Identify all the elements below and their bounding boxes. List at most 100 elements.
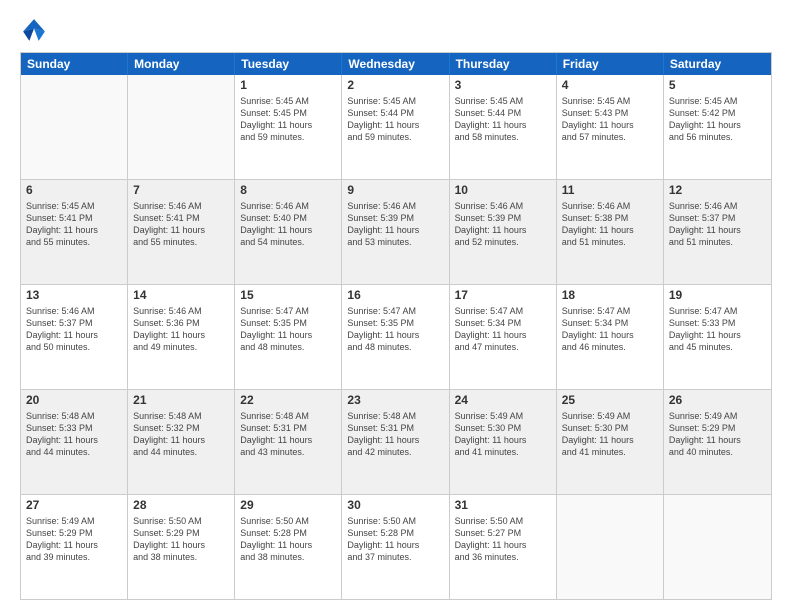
calendar-cell: 3Sunrise: 5:45 AM Sunset: 5:44 PM Daylig… [450,75,557,179]
cell-info: Sunrise: 5:47 AM Sunset: 5:33 PM Dayligh… [669,305,766,354]
calendar-cell [557,495,664,599]
day-number: 15 [240,288,336,304]
day-number: 19 [669,288,766,304]
day-number: 25 [562,393,658,409]
day-number: 16 [347,288,443,304]
day-number: 26 [669,393,766,409]
cell-info: Sunrise: 5:45 AM Sunset: 5:44 PM Dayligh… [455,95,551,144]
cell-info: Sunrise: 5:49 AM Sunset: 5:30 PM Dayligh… [455,410,551,459]
day-header-saturday: Saturday [664,53,771,75]
day-number: 21 [133,393,229,409]
calendar-cell: 2Sunrise: 5:45 AM Sunset: 5:44 PM Daylig… [342,75,449,179]
calendar-cell: 7Sunrise: 5:46 AM Sunset: 5:41 PM Daylig… [128,180,235,284]
logo-icon [20,16,48,44]
day-header-thursday: Thursday [450,53,557,75]
cell-info: Sunrise: 5:46 AM Sunset: 5:39 PM Dayligh… [455,200,551,249]
cell-info: Sunrise: 5:50 AM Sunset: 5:29 PM Dayligh… [133,515,229,564]
calendar-cell: 18Sunrise: 5:47 AM Sunset: 5:34 PM Dayli… [557,285,664,389]
cell-info: Sunrise: 5:49 AM Sunset: 5:30 PM Dayligh… [562,410,658,459]
day-header-friday: Friday [557,53,664,75]
calendar-cell: 5Sunrise: 5:45 AM Sunset: 5:42 PM Daylig… [664,75,771,179]
calendar-cell: 12Sunrise: 5:46 AM Sunset: 5:37 PM Dayli… [664,180,771,284]
cell-info: Sunrise: 5:46 AM Sunset: 5:39 PM Dayligh… [347,200,443,249]
calendar-cell: 1Sunrise: 5:45 AM Sunset: 5:45 PM Daylig… [235,75,342,179]
calendar-cell: 28Sunrise: 5:50 AM Sunset: 5:29 PM Dayli… [128,495,235,599]
day-number: 5 [669,78,766,94]
calendar-cell: 25Sunrise: 5:49 AM Sunset: 5:30 PM Dayli… [557,390,664,494]
day-number: 29 [240,498,336,514]
calendar-cell: 24Sunrise: 5:49 AM Sunset: 5:30 PM Dayli… [450,390,557,494]
day-number: 24 [455,393,551,409]
day-number: 8 [240,183,336,199]
cell-info: Sunrise: 5:48 AM Sunset: 5:32 PM Dayligh… [133,410,229,459]
day-number: 22 [240,393,336,409]
calendar-row-4: 27Sunrise: 5:49 AM Sunset: 5:29 PM Dayli… [21,494,771,599]
cell-info: Sunrise: 5:46 AM Sunset: 5:36 PM Dayligh… [133,305,229,354]
cell-info: Sunrise: 5:50 AM Sunset: 5:28 PM Dayligh… [347,515,443,564]
calendar-cell: 8Sunrise: 5:46 AM Sunset: 5:40 PM Daylig… [235,180,342,284]
cell-info: Sunrise: 5:46 AM Sunset: 5:37 PM Dayligh… [669,200,766,249]
cell-info: Sunrise: 5:49 AM Sunset: 5:29 PM Dayligh… [26,515,122,564]
calendar-header: SundayMondayTuesdayWednesdayThursdayFrid… [21,53,771,75]
day-number: 2 [347,78,443,94]
logo [20,16,52,44]
page: SundayMondayTuesdayWednesdayThursdayFrid… [0,0,792,612]
header [20,16,772,44]
calendar-cell: 23Sunrise: 5:48 AM Sunset: 5:31 PM Dayli… [342,390,449,494]
calendar-cell [128,75,235,179]
calendar-cell: 27Sunrise: 5:49 AM Sunset: 5:29 PM Dayli… [21,495,128,599]
calendar: SundayMondayTuesdayWednesdayThursdayFrid… [20,52,772,600]
calendar-cell: 6Sunrise: 5:45 AM Sunset: 5:41 PM Daylig… [21,180,128,284]
cell-info: Sunrise: 5:45 AM Sunset: 5:44 PM Dayligh… [347,95,443,144]
cell-info: Sunrise: 5:45 AM Sunset: 5:43 PM Dayligh… [562,95,658,144]
day-number: 20 [26,393,122,409]
day-number: 14 [133,288,229,304]
cell-info: Sunrise: 5:46 AM Sunset: 5:40 PM Dayligh… [240,200,336,249]
cell-info: Sunrise: 5:47 AM Sunset: 5:34 PM Dayligh… [562,305,658,354]
cell-info: Sunrise: 5:47 AM Sunset: 5:35 PM Dayligh… [240,305,336,354]
calendar-cell: 31Sunrise: 5:50 AM Sunset: 5:27 PM Dayli… [450,495,557,599]
calendar-body: 1Sunrise: 5:45 AM Sunset: 5:45 PM Daylig… [21,75,771,599]
day-header-sunday: Sunday [21,53,128,75]
calendar-cell: 30Sunrise: 5:50 AM Sunset: 5:28 PM Dayli… [342,495,449,599]
calendar-cell: 14Sunrise: 5:46 AM Sunset: 5:36 PM Dayli… [128,285,235,389]
day-number: 13 [26,288,122,304]
cell-info: Sunrise: 5:46 AM Sunset: 5:41 PM Dayligh… [133,200,229,249]
calendar-cell: 17Sunrise: 5:47 AM Sunset: 5:34 PM Dayli… [450,285,557,389]
day-number: 28 [133,498,229,514]
calendar-cell: 15Sunrise: 5:47 AM Sunset: 5:35 PM Dayli… [235,285,342,389]
cell-info: Sunrise: 5:45 AM Sunset: 5:41 PM Dayligh… [26,200,122,249]
day-number: 18 [562,288,658,304]
day-number: 3 [455,78,551,94]
calendar-cell: 21Sunrise: 5:48 AM Sunset: 5:32 PM Dayli… [128,390,235,494]
day-number: 23 [347,393,443,409]
day-number: 7 [133,183,229,199]
cell-info: Sunrise: 5:47 AM Sunset: 5:35 PM Dayligh… [347,305,443,354]
cell-info: Sunrise: 5:45 AM Sunset: 5:45 PM Dayligh… [240,95,336,144]
calendar-cell: 22Sunrise: 5:48 AM Sunset: 5:31 PM Dayli… [235,390,342,494]
day-number: 10 [455,183,551,199]
calendar-cell: 20Sunrise: 5:48 AM Sunset: 5:33 PM Dayli… [21,390,128,494]
day-number: 1 [240,78,336,94]
day-header-tuesday: Tuesday [235,53,342,75]
calendar-row-1: 6Sunrise: 5:45 AM Sunset: 5:41 PM Daylig… [21,179,771,284]
calendar-cell [664,495,771,599]
calendar-cell: 16Sunrise: 5:47 AM Sunset: 5:35 PM Dayli… [342,285,449,389]
calendar-cell: 29Sunrise: 5:50 AM Sunset: 5:28 PM Dayli… [235,495,342,599]
calendar-cell: 11Sunrise: 5:46 AM Sunset: 5:38 PM Dayli… [557,180,664,284]
calendar-cell: 10Sunrise: 5:46 AM Sunset: 5:39 PM Dayli… [450,180,557,284]
calendar-cell: 26Sunrise: 5:49 AM Sunset: 5:29 PM Dayli… [664,390,771,494]
day-number: 17 [455,288,551,304]
cell-info: Sunrise: 5:46 AM Sunset: 5:38 PM Dayligh… [562,200,658,249]
cell-info: Sunrise: 5:47 AM Sunset: 5:34 PM Dayligh… [455,305,551,354]
day-number: 27 [26,498,122,514]
calendar-cell: 9Sunrise: 5:46 AM Sunset: 5:39 PM Daylig… [342,180,449,284]
day-number: 30 [347,498,443,514]
day-number: 6 [26,183,122,199]
day-number: 12 [669,183,766,199]
calendar-cell: 19Sunrise: 5:47 AM Sunset: 5:33 PM Dayli… [664,285,771,389]
cell-info: Sunrise: 5:49 AM Sunset: 5:29 PM Dayligh… [669,410,766,459]
calendar-cell [21,75,128,179]
day-number: 4 [562,78,658,94]
day-number: 9 [347,183,443,199]
